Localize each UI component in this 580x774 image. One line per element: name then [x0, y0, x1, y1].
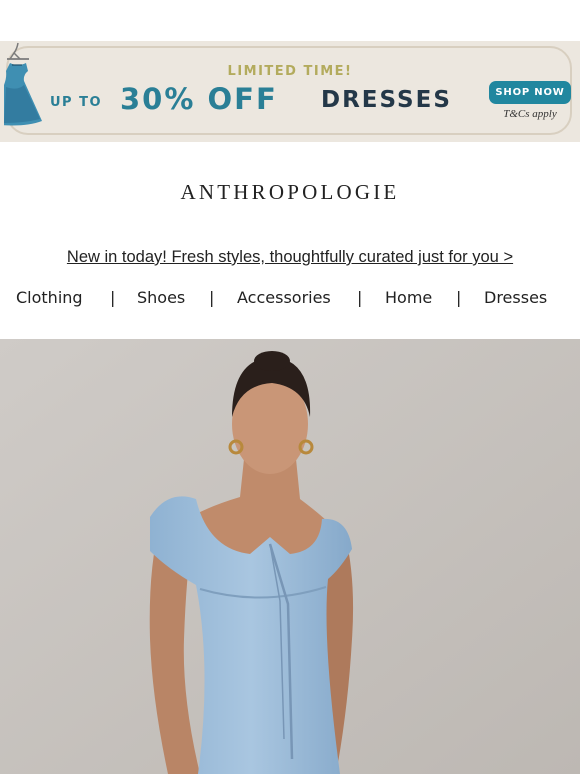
nav-separator: | — [456, 288, 462, 307]
promo-discount: 30% OFF — [120, 82, 278, 116]
new-in-link[interactable]: New in today! Fresh styles, thoughtfully… — [0, 248, 580, 267]
hero-image[interactable] — [0, 339, 580, 774]
nav-item-accessories[interactable]: Accessories — [237, 288, 331, 307]
promo-frame — [6, 46, 572, 135]
promo-eyebrow: LIMITED TIME! — [227, 64, 353, 79]
dress-hanger-icon — [4, 42, 42, 126]
category-nav: Clothing | Shoes | Accessories | Home | … — [0, 288, 580, 312]
nav-item-clothing[interactable]: Clothing — [16, 288, 83, 307]
terms-link[interactable]: T&Cs apply — [489, 108, 571, 120]
nav-item-dresses[interactable]: Dresses — [484, 288, 547, 307]
nav-separator: | — [110, 288, 116, 307]
shop-now-button[interactable]: SHOP NOW — [489, 81, 571, 104]
nav-item-shoes[interactable]: Shoes — [137, 288, 185, 307]
nav-item-home[interactable]: Home — [385, 288, 432, 307]
promo-banner[interactable]: LIMITED TIME! UP TO 30% OFF DRESSES SHOP… — [0, 41, 580, 142]
nav-separator: | — [209, 288, 215, 307]
promo-category: DRESSES — [321, 87, 452, 113]
email-page: LIMITED TIME! UP TO 30% OFF DRESSES SHOP… — [0, 0, 580, 774]
hero-illustration — [0, 339, 580, 774]
promo-up-to: UP TO — [50, 95, 103, 110]
brand-logo[interactable]: ANTHROPOLOGIE — [0, 180, 580, 205]
nav-separator: | — [357, 288, 363, 307]
